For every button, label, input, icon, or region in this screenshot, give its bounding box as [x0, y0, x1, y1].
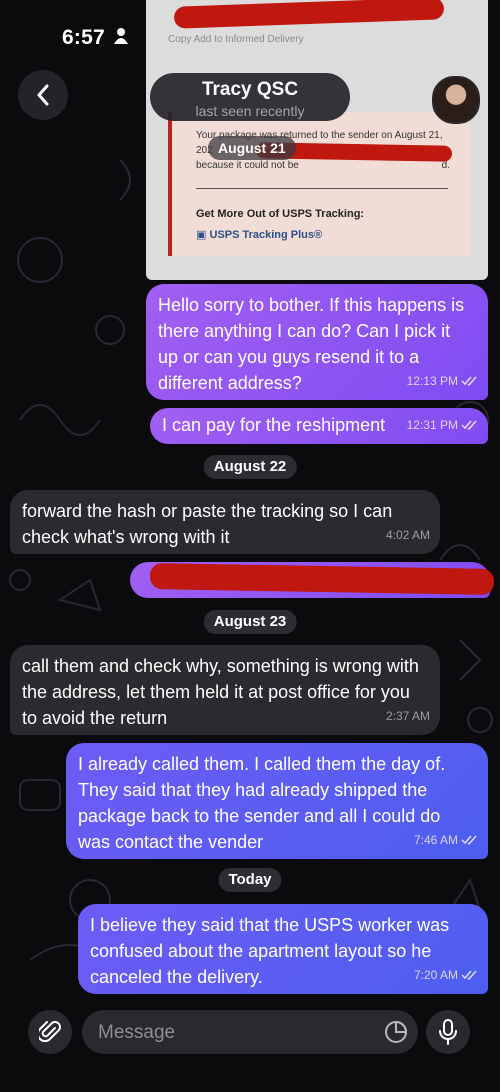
message-text: forward the hash or paste the tracking s…	[22, 501, 393, 547]
message-time: 12:13 PM	[406, 374, 458, 388]
message-time: 2:37 AM	[385, 709, 430, 723]
message-meta: 12:13 PM	[407, 368, 478, 394]
date-separator: August 22	[203, 455, 297, 479]
message-outgoing[interactable]: I believe they said that the USPS worker…	[78, 904, 488, 994]
contact-name: Tracy QSC	[201, 79, 299, 100]
message-text: I can pay for the reshipment	[162, 415, 386, 435]
tracking-notice-box: Your package was returned to the sender …	[168, 112, 470, 256]
message-text: I already called them. I called them the…	[78, 754, 446, 852]
message-meta: 7:46 AM	[414, 827, 478, 853]
message-meta: 12:31 PM	[407, 412, 478, 438]
message-meta: 2:37 AM	[386, 703, 430, 729]
message-time: 7:20 AM	[413, 968, 458, 982]
usps-tracking-plus-link[interactable]: ▣ USPS Tracking Plus®	[196, 228, 322, 241]
date-separator: Today	[218, 868, 282, 892]
sticker-icon[interactable]	[384, 1020, 408, 1044]
date-separator-overlay: August 21	[208, 136, 296, 160]
message-text: call them and check why, something is wr…	[22, 656, 419, 728]
person-icon	[114, 28, 128, 44]
avatar[interactable]	[432, 76, 480, 124]
shared-screenshot-image[interactable]: Copy Add to Informed Delivery Your packa…	[146, 0, 488, 280]
message-outgoing[interactable]: Hello sorry to bother. If this happens i…	[146, 284, 488, 400]
message-input[interactable]	[96, 1010, 370, 1056]
message-time: 4:02 AM	[385, 528, 430, 542]
message-outgoing[interactable]: I already called them. I called them the…	[66, 743, 488, 859]
chevron-left-icon	[37, 84, 49, 106]
microphone-icon	[439, 1019, 457, 1045]
message-incoming[interactable]: call them and check why, something is wr…	[10, 645, 440, 735]
contact-last-seen: last seen recently	[195, 103, 305, 119]
message-time: 7:46 AM	[413, 833, 458, 847]
screenshot-toolbar-text: Copy Add to Informed Delivery	[168, 34, 304, 45]
microphone-button[interactable]	[426, 1010, 470, 1054]
document-icon: ▣	[196, 229, 210, 241]
message-meta: 4:02 AM	[386, 522, 430, 548]
tracking-promo-title: Get More Out of USPS Tracking:	[196, 208, 365, 220]
chat-title[interactable]: Tracy QSC last seen recently	[150, 73, 350, 121]
paperclip-icon	[39, 1021, 61, 1043]
message-field[interactable]	[82, 1010, 418, 1056]
double-check-icon	[461, 376, 477, 386]
message-time: 12:31 PM	[406, 418, 458, 432]
message-meta: 7:20 AM	[414, 962, 478, 988]
attach-button[interactable]	[28, 1010, 72, 1054]
double-check-icon	[461, 420, 477, 430]
message-incoming[interactable]: forward the hash or paste the tracking s…	[10, 490, 440, 554]
divider	[196, 188, 448, 189]
double-check-icon	[461, 835, 477, 845]
date-separator: August 23	[203, 610, 297, 634]
message-text: I believe they said that the USPS worker…	[90, 915, 450, 987]
clock: 6:57	[62, 26, 105, 49]
double-check-icon	[461, 970, 477, 980]
back-button[interactable]	[18, 70, 68, 120]
redaction-mark	[173, 0, 445, 29]
message-outgoing[interactable]: I can pay for the reshipment 12:31 PM	[150, 408, 488, 444]
